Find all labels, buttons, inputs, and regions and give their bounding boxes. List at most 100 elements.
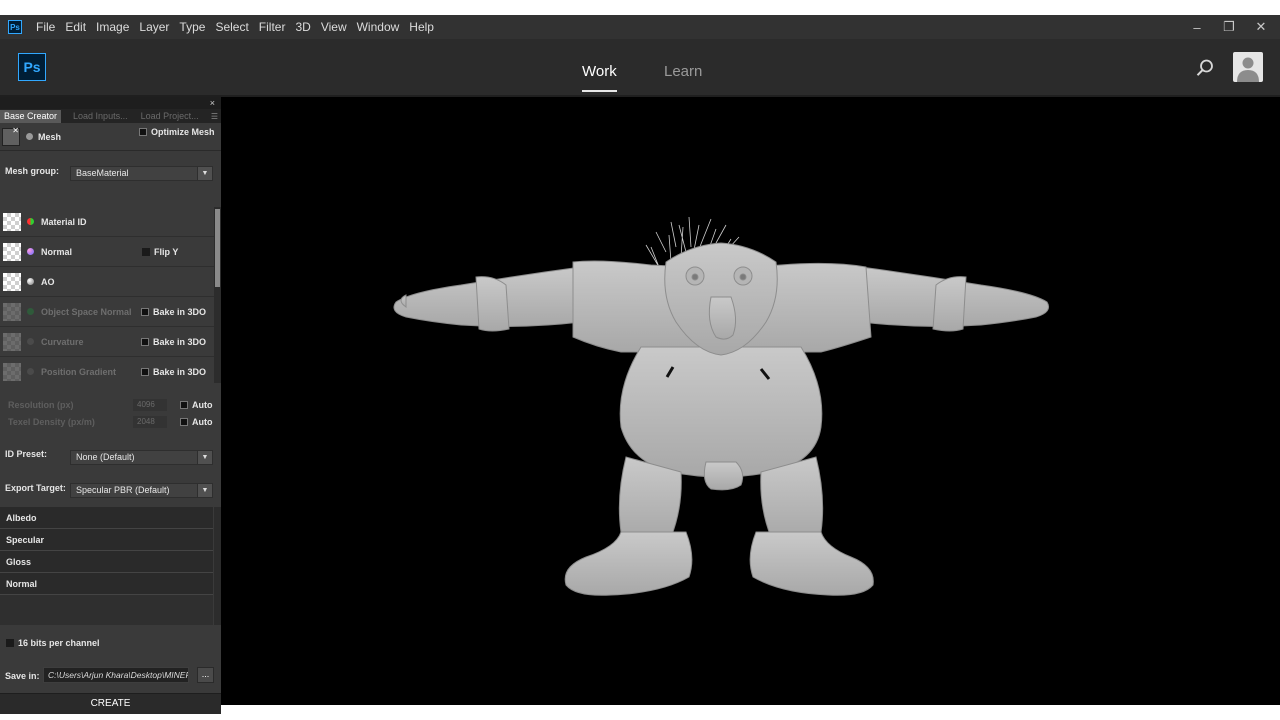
map-label: Object Space Normal [41, 306, 132, 317]
panel-titlebar: × [0, 97, 221, 109]
tab-base-creator[interactable]: Base Creator [0, 110, 62, 123]
id-preset-select[interactable]: None (Default) ▼ [70, 450, 213, 465]
menu-image[interactable]: Image [91, 15, 134, 39]
mesh-status-icon [26, 133, 33, 140]
16-bits-checkbox[interactable] [6, 639, 14, 647]
map-row-object-space-normal[interactable]: Object Space Normal Bake in 3DO [0, 297, 214, 327]
mesh-thumbnail[interactable]: ✕ [2, 126, 20, 146]
optimize-mesh-checkbox[interactable] [139, 128, 147, 136]
photoshop-app-icon: Ps [8, 20, 22, 34]
map-thumbnail [3, 332, 21, 351]
tab-load-inputs[interactable]: Load Inputs... [69, 110, 132, 123]
map-thumbnail [3, 362, 21, 381]
bake-in-3do-option[interactable]: Bake in 3DO [141, 337, 206, 347]
save-in-label: Save in: [5, 671, 40, 681]
export-target-select[interactable]: Specular PBR (Default) ▼ [70, 483, 213, 498]
texel-density-auto-option[interactable]: Auto [180, 417, 213, 427]
bake-in-3do-checkbox[interactable] [141, 367, 149, 376]
restore-icon[interactable]: ❐ [1222, 19, 1236, 35]
map-row-normal[interactable]: Normal Flip Y [0, 237, 214, 267]
minimize-icon[interactable]: – [1190, 20, 1204, 35]
menu-view[interactable]: View [316, 15, 352, 39]
output-row-albedo[interactable]: Albedo [0, 507, 213, 529]
texel-density-auto-label: Auto [192, 416, 213, 427]
menu-filter[interactable]: Filter [254, 15, 291, 39]
texel-density-auto-checkbox[interactable] [180, 417, 188, 426]
map-row-curvature[interactable]: Curvature Bake in 3DO [0, 327, 214, 357]
texel-density-field[interactable]: 2048 [133, 415, 167, 428]
bake-in-3do-checkbox[interactable] [141, 307, 149, 316]
menu-3d[interactable]: 3D [290, 15, 315, 39]
bits-row: 16 bits per channel [0, 633, 221, 653]
map-thumbnail [3, 302, 21, 321]
tab-work[interactable]: Work [582, 63, 617, 92]
resolution-auto-label: Auto [192, 399, 213, 410]
map-label: Curvature [41, 336, 84, 347]
photoshop-logo: Ps [18, 53, 46, 81]
3d-viewport[interactable] [221, 97, 1280, 705]
bake-in-3do-option[interactable]: Bake in 3DO [141, 307, 206, 317]
export-target-label: Export Target: [5, 483, 66, 493]
texel-density-row: Texel Density (px/m) 2048 Auto [0, 414, 221, 429]
tab-learn[interactable]: Learn [664, 63, 702, 80]
menu-layer[interactable]: Layer [134, 15, 174, 39]
create-button[interactable]: CREATE [0, 693, 221, 714]
resolution-auto-checkbox[interactable] [180, 400, 188, 409]
map-thumbnail [3, 212, 21, 231]
resolution-auto-option[interactable]: Auto [180, 400, 213, 410]
map-label: Position Gradient [41, 366, 117, 377]
mesh-group-value: BaseMaterial [76, 168, 129, 178]
output-row-normal[interactable]: Normal [0, 573, 213, 595]
position-gradient-icon [27, 368, 34, 375]
map-list-scrollbar[interactable] [214, 207, 221, 383]
map-row-ao[interactable]: AO [0, 267, 214, 297]
chevron-down-icon[interactable]: ▼ [197, 167, 212, 180]
map-row-position-gradient[interactable]: Position Gradient Bake in 3DO [0, 357, 214, 383]
menu-help[interactable]: Help [404, 15, 439, 39]
output-row-gloss[interactable]: Gloss [0, 551, 213, 573]
close-icon[interactable]: ✕ [1254, 19, 1268, 35]
flip-y-label: Flip Y [154, 246, 179, 257]
export-target-value: Specular PBR (Default) [76, 485, 170, 495]
mesh-row: ✕ Mesh Optimize Mesh [0, 123, 221, 151]
id-preset-label: ID Preset: [5, 449, 48, 459]
16-bits-label: 16 bits per channel [18, 638, 100, 648]
map-label: Material ID [41, 216, 87, 227]
chevron-down-icon[interactable]: ▼ [197, 451, 212, 464]
id-preset-row: ID Preset: None (Default) ▼ [0, 437, 221, 471]
optimize-mesh-label: Optimize Mesh [151, 127, 215, 137]
output-row-specular[interactable]: Specular [0, 529, 213, 551]
bake-in-3do-label: Bake in 3DO [153, 336, 207, 347]
remove-mesh-icon[interactable]: ✕ [12, 126, 19, 135]
menu-select[interactable]: Select [210, 15, 253, 39]
3d-character-model[interactable] [221, 97, 1280, 705]
bake-in-3do-checkbox[interactable] [141, 337, 149, 346]
export-target-row: Export Target: Specular PBR (Default) ▼ [0, 471, 221, 505]
flip-y-option[interactable]: Flip Y [142, 247, 178, 257]
menu-type[interactable]: Type [174, 15, 210, 39]
menu-file[interactable]: File [31, 15, 60, 39]
bake-in-3do-option[interactable]: Bake in 3DO [141, 367, 206, 377]
tab-load-project[interactable]: Load Project... [137, 110, 203, 123]
map-row-material-id[interactable]: Material ID [0, 207, 214, 237]
panel-close-icon[interactable]: × [210, 97, 215, 109]
search-icon[interactable] [1196, 59, 1214, 82]
save-in-path-field[interactable]: C:\Users\Arjun Khara\Desktop\MINER [43, 667, 189, 683]
menu-window[interactable]: Window [352, 15, 405, 39]
optimize-mesh-option[interactable]: Optimize Mesh [139, 127, 215, 137]
browse-button[interactable]: ... [197, 667, 214, 683]
mesh-group-label: Mesh group: [5, 166, 59, 176]
mesh-group-select[interactable]: BaseMaterial ▼ [70, 166, 213, 181]
panel-menu-icon[interactable]: ☰ [211, 112, 218, 121]
curvature-icon [27, 338, 34, 345]
map-label: AO [41, 276, 55, 287]
resolution-field[interactable]: 4096 [133, 398, 167, 411]
mesh-group-row: Mesh group: BaseMaterial ▼ [0, 151, 221, 191]
chevron-down-icon[interactable]: ▼ [197, 484, 212, 497]
output-list-scrollbar[interactable] [214, 507, 221, 625]
menu-edit[interactable]: Edit [60, 15, 91, 39]
user-avatar-icon[interactable] [1233, 52, 1263, 82]
object-space-normal-icon [27, 308, 34, 315]
flip-y-checkbox[interactable] [142, 247, 150, 256]
scrollbar-thumb[interactable] [215, 209, 220, 287]
